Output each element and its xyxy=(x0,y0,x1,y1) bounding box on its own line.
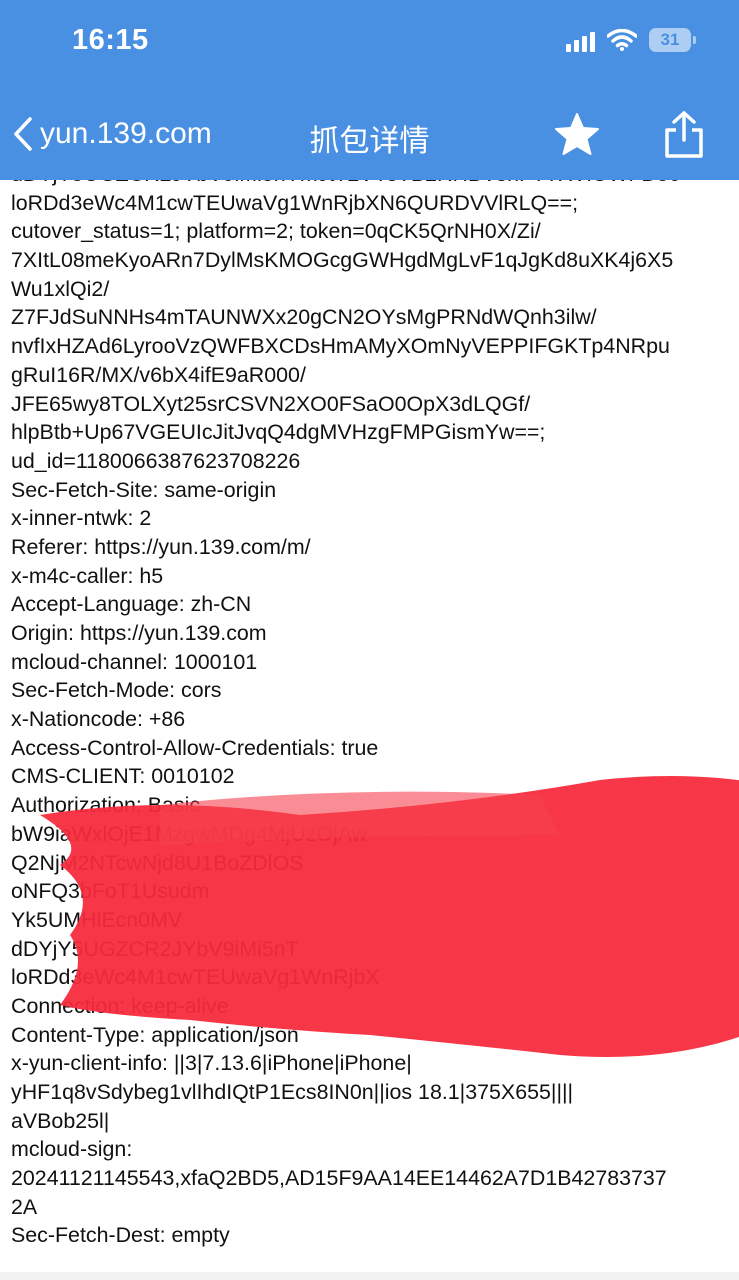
navigation-bar: 16:15 31 yun.139.com 抓包详情 xyxy=(0,0,739,180)
header-line: x-inner-ntwk: 2 xyxy=(11,506,152,531)
share-icon[interactable] xyxy=(662,110,706,165)
header-line: Access-Control-Allow-Credentials: true xyxy=(11,735,379,760)
header-line: mcloud-channel: 1000101 xyxy=(11,649,258,674)
header-line: Sec-Fetch-Dest: empty xyxy=(11,1223,230,1248)
back-label: yun.139.com xyxy=(40,117,212,150)
status-icons: 31 xyxy=(566,28,696,52)
header-line: Accept-Language: zh-CN xyxy=(11,592,252,617)
battery-icon: 31 xyxy=(649,28,696,52)
header-line: Z7FJdSuNNHs4mTAUNWXx20gCN2OYsMgPRNdWQnh3… xyxy=(11,305,597,330)
header-line: 7XItL08meKyoARn7DylMsKMOGcgGWHgdMgLvF1qJ… xyxy=(11,248,674,273)
header-line: aVBob25l| xyxy=(11,1108,110,1133)
header-line: x-Nationcode: +86 xyxy=(11,707,186,732)
header-line: cutover_status=1; platform=2; token=0qCK… xyxy=(11,219,541,244)
wifi-icon xyxy=(607,29,637,51)
favorite-star-icon[interactable] xyxy=(552,110,602,165)
header-line: nvfIxHZAd6LyrooVzQWFBXCDsHmAMyXOmNyVEPPI… xyxy=(11,334,670,359)
header-line: ud_id=1180066387623708226 xyxy=(11,448,301,473)
red-scribble-redaction xyxy=(40,776,739,1057)
back-button[interactable]: yun.139.com xyxy=(12,116,212,152)
header-line: 20241121145543,xfaQ2BD5,AD15F9AA14EE1446… xyxy=(11,1166,667,1191)
header-line: Sec-Fetch-Site: same-origin xyxy=(11,477,277,502)
chevron-left-icon xyxy=(12,116,34,152)
header-line: Sec-Fetch-Mode: cors xyxy=(11,678,222,703)
header-line: Wu1xlQi2/ xyxy=(11,276,110,301)
header-line: loRDd3eWc4M1cwTEUwaVg1WnRjbXN6QURDVVlRLQ… xyxy=(11,190,579,215)
header-line: Origin: https://yun.139.com xyxy=(11,621,267,645)
header-line: Referer: https://yun.139.com/m/ xyxy=(11,534,311,559)
header-line: x-m4c-caller: h5 xyxy=(11,563,164,588)
header-line: hlpBtb+Up67VGEUIcJitJvqQ4dgMVHzgFMPGismY… xyxy=(11,420,546,445)
status-time: 16:15 xyxy=(72,24,149,56)
header-line: 2A xyxy=(11,1194,38,1219)
battery-level: 31 xyxy=(660,30,680,49)
request-headers-text: dDYjY5UGZCR2JYbV9iMi5nYmJtT2VYeTB2RHBVen… xyxy=(11,160,733,1265)
bottom-edge xyxy=(0,1272,739,1280)
cellular-signal-icon xyxy=(566,28,595,52)
header-line: gRuI16R/MX/v6bX4ifE9aR000/ xyxy=(11,362,306,387)
header-line: mcloud-sign: xyxy=(11,1137,133,1162)
header-line: yHF1q8vSdybeg1vlIhdIQtP1Ecs8IN0n||ios 18… xyxy=(11,1080,574,1104)
header-line: JFE65wy8TOLXyt25srCSVN2XO0FSaO0OpX3dLQGf… xyxy=(11,391,531,416)
